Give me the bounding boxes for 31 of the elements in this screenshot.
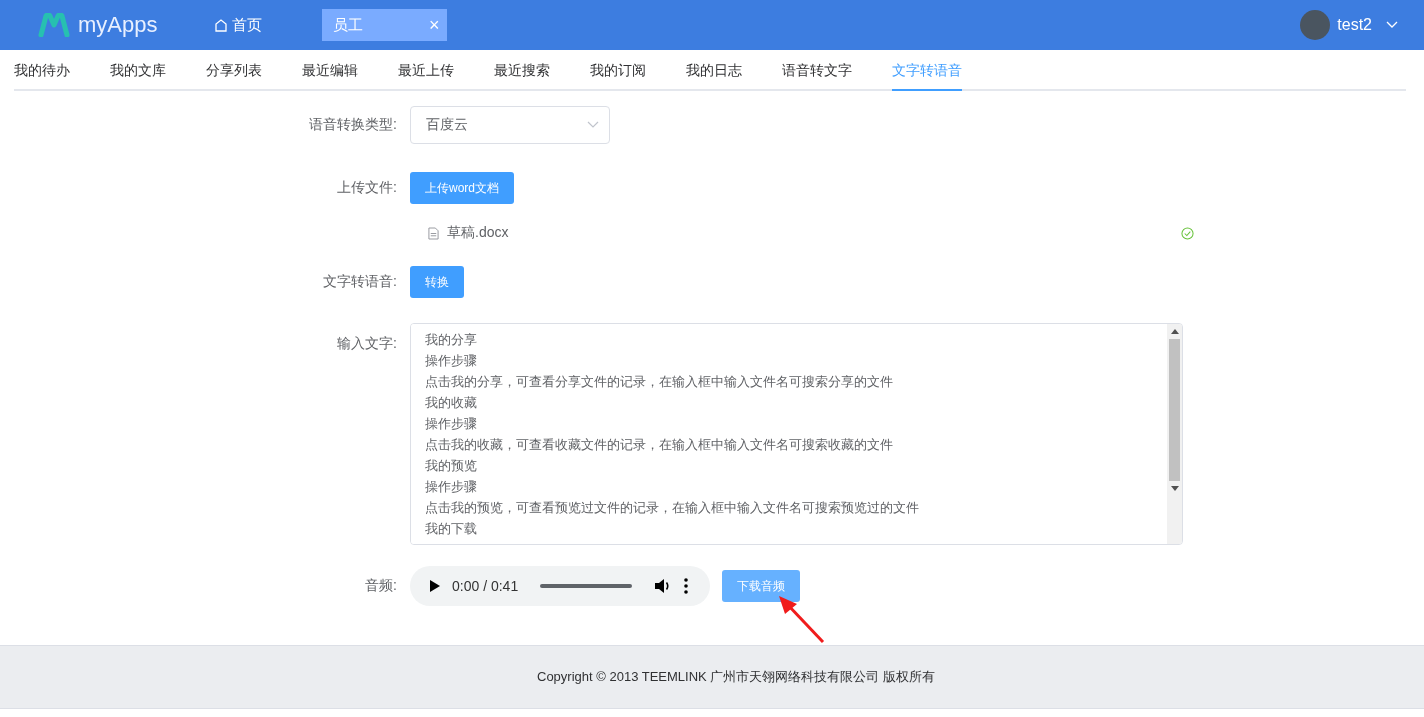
nav-tab[interactable]: 分享列表 <box>206 50 262 89</box>
nav-tab[interactable]: 语音转文字 <box>782 50 852 89</box>
nav-tab[interactable]: 最近搜索 <box>494 50 550 89</box>
field-label: 音频: <box>364 577 398 595</box>
type-select[interactable]: 百度云 <box>410 106 610 144</box>
field-label: 语音转换类型: <box>308 116 398 134</box>
nav-tab[interactable]: 我的订阅 <box>590 50 646 89</box>
user-name[interactable]: test2 <box>1337 16 1372 34</box>
annotation-arrow-drawing <box>777 596 827 646</box>
logo-icon <box>38 13 70 37</box>
nav-tab[interactable]: 最近编辑 <box>302 50 358 89</box>
home-link[interactable]: 首页 <box>215 15 263 35</box>
nav-tab[interactable]: 我的日志 <box>686 50 742 89</box>
audio-progress-track[interactable] <box>540 584 632 588</box>
field-label: 输入文字: <box>336 334 398 353</box>
more-icon[interactable] <box>684 578 688 594</box>
nav-tab[interactable]: 我的待办 <box>14 50 70 89</box>
nav-tab[interactable]: 我的文库 <box>110 50 166 89</box>
document-icon <box>428 226 439 240</box>
home-icon <box>215 18 228 32</box>
file-name[interactable]: 草稿.docx <box>447 224 509 242</box>
nav-tab[interactable]: 最近上传 <box>398 50 454 89</box>
play-icon[interactable] <box>430 580 440 592</box>
audio-time: 0:00 / 0:41 <box>452 578 519 594</box>
chevron-down-icon[interactable] <box>1386 21 1398 29</box>
chevron-down-icon <box>587 121 599 129</box>
copyright-text: Copyright © 2013 TEEMLINK 广州市天翎网络科技有限公司 版权所有 <box>537 668 935 686</box>
field-label: 文字转语音: <box>322 273 398 291</box>
app-logo-text: myApps <box>78 12 158 38</box>
text-input-field[interactable]: 我的分享 操作步骤 点击我的分享，可查看分享文件的记录，在输入框中输入文件名可搜索分享的文件 我的收藏 操作步骤 点击我的收藏，可查看收藏文件的记录，在输入框中输入文件名可搜索收藏的文件 我的预览 操作步骤 点击我的预览，可查看预览过文件的记录，在输入框中输入文件名可搜索预览过的文件 我的下载 <box>410 323 1183 545</box>
field-label: 上传文件: <box>336 179 398 197</box>
